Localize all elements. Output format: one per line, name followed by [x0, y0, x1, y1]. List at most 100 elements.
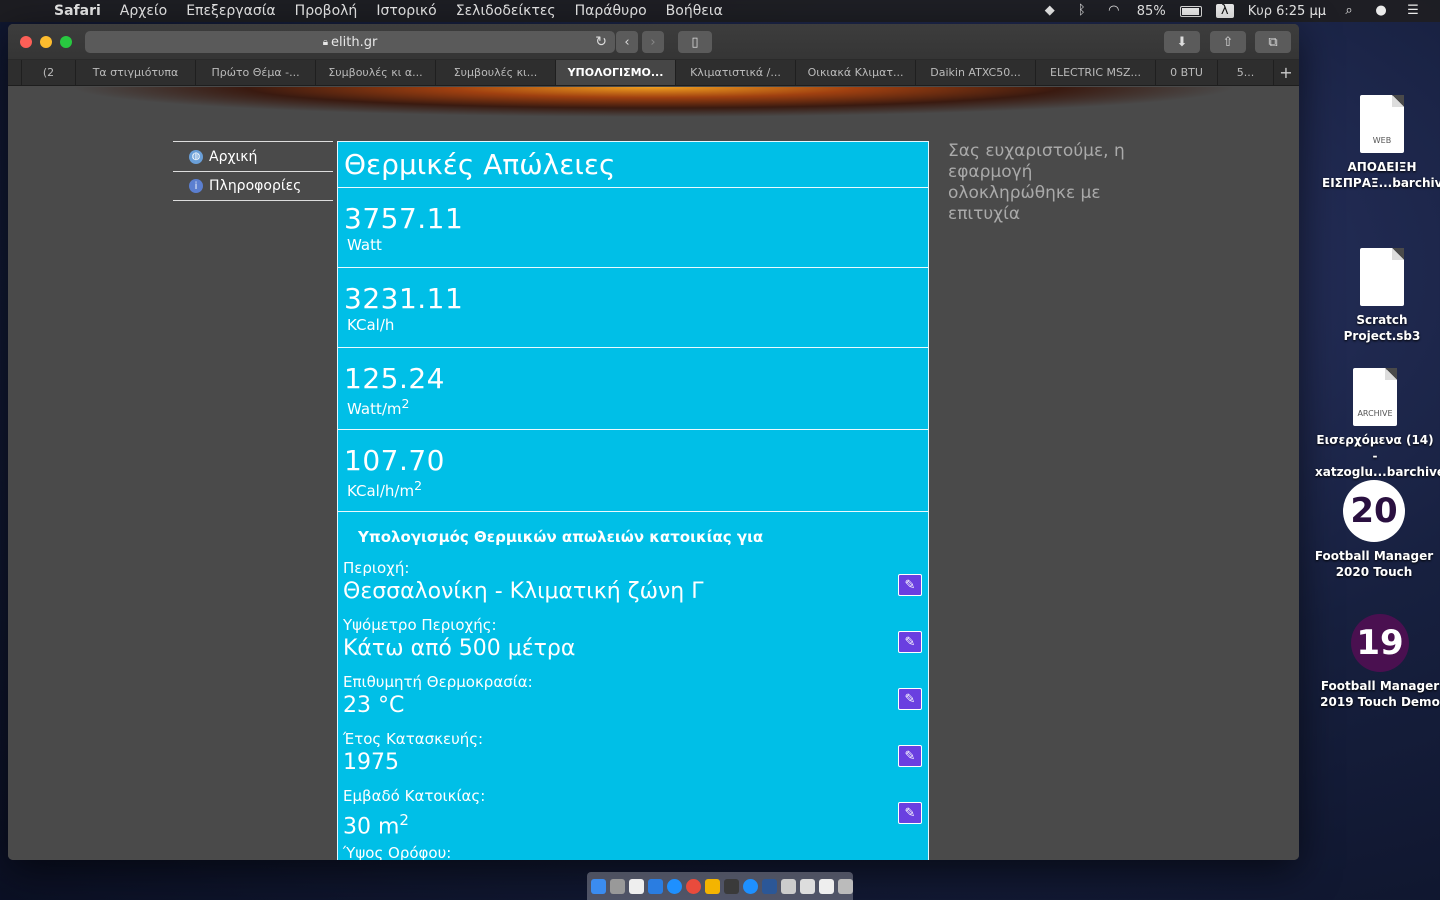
metric-watt: 3757.11 Watt [338, 188, 928, 268]
desktop-app-fm2019[interactable]: 19 Football Manager 2019 Touch Demo [1320, 614, 1440, 710]
tab-7[interactable]: Οικιακά Κλιματ... [796, 60, 916, 85]
tab-11[interactable]: 5... [1218, 60, 1274, 85]
safari-archive-icon: ARCHIVE [1353, 368, 1397, 426]
desktop-file-receipt[interactable]: WEB ΑΠΟΔΕΙΞΗ ΕΙΣΠΡΑΞ...barchive [1322, 95, 1440, 191]
field-area: Εμβαδό Κατοικίας: 30 m2 ✎ [338, 786, 928, 843]
reload-icon[interactable]: ↻ [595, 34, 607, 50]
metric-kcal: 3231.11 KCal/h [338, 268, 928, 348]
safari-archive-icon[interactable] [743, 878, 758, 894]
tab-9[interactable]: ELECTRIC MSZ... [1036, 60, 1156, 85]
field-value-text: 30 m [343, 814, 400, 840]
metric-unit: KCal/h/m2 [344, 478, 922, 500]
sidebar-toggle-button[interactable]: ▯ [678, 31, 712, 53]
launchpad-icon[interactable] [610, 878, 625, 894]
menu-item-bookmarks[interactable]: Σελιδοδείκτες [456, 3, 556, 19]
nav-item-label: Πληροφορίες [209, 178, 302, 194]
photos-icon[interactable] [705, 878, 720, 894]
desktop-app-fm2020[interactable]: 20 Football Manager 2020 Touch [1314, 480, 1434, 580]
menu-item-edit[interactable]: Επεξεργασία [186, 3, 275, 19]
desktop-file-inbox[interactable]: ARCHIVE Εισερχόμενα (14) - xatzoglu...ba… [1315, 368, 1440, 480]
field-label: Περιοχή: [343, 559, 410, 577]
notification-center-icon[interactable]: ☰ [1404, 4, 1422, 18]
edit-area-button[interactable]: ✎ [898, 802, 922, 824]
finder-icon[interactable] [591, 878, 606, 894]
share-icon: ⇧ [1222, 34, 1234, 50]
bluetooth-icon[interactable]: ᛒ [1073, 4, 1091, 18]
nav-item-home[interactable]: ◍ Αρχική [173, 141, 333, 171]
menu-item-help[interactable]: Βοήθεια [666, 3, 723, 19]
info-icon: i [189, 179, 203, 193]
preview-icon[interactable] [781, 878, 796, 894]
football-manager-20-icon: 20 [1343, 480, 1405, 542]
field-value: Θεσσαλονίκη - Κλιματική ζώνη Γ [343, 579, 704, 604]
back-button[interactable]: ‹ [616, 31, 638, 53]
menu-item-window[interactable]: Παράθυρο [575, 3, 647, 19]
trash-icon[interactable] [838, 878, 853, 894]
tab-active[interactable]: ΥΠΟΛΟΓΙΣΜΟ... [556, 60, 676, 85]
pencil-icon: ✎ [904, 577, 916, 593]
desktop-file-scratch[interactable]: Scratch Project.sb3 [1322, 248, 1440, 344]
file-type-tag: ARCHIVE [1357, 409, 1393, 418]
metric-value: 3757.11 [344, 202, 464, 235]
tab-8[interactable]: Daikin ATXC50... [916, 60, 1036, 85]
address-bar[interactable]: 🔒︎ elith.gr ↻ [85, 31, 615, 53]
zoom-window-button[interactable] [60, 36, 72, 48]
tab-3[interactable]: Συμβουλές κι α... [316, 60, 436, 85]
edit-region-button[interactable]: ✎ [898, 574, 922, 596]
desktop-icon-label: ΑΠΟΔΕΙΞΗ ΕΙΣΠΡΑΞ...barchive [1322, 160, 1440, 190]
pencil-icon: ✎ [904, 805, 916, 821]
new-tab-button[interactable]: + [1274, 60, 1298, 85]
minimize-window-button[interactable] [40, 36, 52, 48]
lambda-icon[interactable]: λ [1215, 4, 1234, 18]
forward-button[interactable]: › [642, 31, 664, 53]
battery-icon[interactable] [1179, 5, 1202, 17]
site-nav: ◍ Αρχική i Πληροφορίες [173, 141, 333, 201]
tab-4[interactable]: Συμβουλές κι... [436, 60, 556, 85]
metric-unit: Watt [347, 236, 382, 254]
chrome-icon[interactable] [686, 878, 701, 894]
menu-item-file[interactable]: Αρχείο [120, 3, 167, 19]
tab-10[interactable]: 0 BTU [1156, 60, 1218, 85]
spotlight-search-icon[interactable]: ⌕ [1340, 4, 1358, 18]
field-label: Ύψος Ορόφου: [343, 844, 452, 860]
edit-year-button[interactable]: ✎ [898, 745, 922, 767]
safari-icon[interactable] [667, 878, 682, 894]
screenshot-icon[interactable] [819, 878, 834, 894]
metric-watt-per-m2: 125.24 Watt/m2 [338, 348, 928, 430]
nav-item-info[interactable]: i Πληροφορίες [173, 171, 333, 201]
tab-pinned[interactable] [8, 60, 22, 85]
tab-6[interactable]: Κλιματιστικά /... [676, 60, 796, 85]
share-button[interactable]: ⇧ [1210, 31, 1246, 53]
document-icon[interactable] [800, 878, 815, 894]
download-icon: ⬇ [1176, 34, 1188, 50]
clock[interactable]: Κυρ 6:25 μμ [1248, 4, 1326, 19]
field-label: Έτος Κατασκευής: [343, 730, 484, 748]
nav-item-label: Αρχική [209, 148, 258, 165]
safari-window: 🔒︎ elith.gr ↻ ‹ › ▯ ⬇ ⇧ ⧉ (2 Τα στιγμιότ… [8, 24, 1299, 860]
calendar-icon[interactable] [629, 878, 644, 894]
show-tabs-button[interactable]: ⧉ [1255, 31, 1291, 53]
siri-icon[interactable]: ● [1372, 4, 1390, 18]
menu-item-view[interactable]: Προβολή [295, 3, 358, 19]
tab-bar: (2 Τα στιγμιότυπα Πρώτο Θέμα -... Συμβου… [8, 60, 1299, 86]
tab-1[interactable]: Τα στιγμιότυπα [76, 60, 196, 85]
tab-0[interactable]: (2 [22, 60, 76, 85]
chevron-right-icon: › [650, 34, 656, 50]
word-icon[interactable] [762, 878, 777, 894]
pencil-icon: ✎ [904, 748, 916, 764]
field-value: 1975 [343, 750, 399, 775]
edit-temperature-button[interactable]: ✎ [898, 688, 922, 710]
close-window-button[interactable] [20, 36, 32, 48]
metric-value: 125.24 [344, 362, 445, 395]
metric-value: 3231.11 [344, 282, 464, 315]
plus-icon: + [1279, 63, 1293, 82]
tab-2[interactable]: Πρώτο Θέμα -... [196, 60, 316, 85]
menu-item-history[interactable]: Ιστορικό [376, 3, 436, 19]
downloads-button[interactable]: ⬇ [1164, 31, 1200, 53]
menu-app-name[interactable]: Safari [54, 3, 101, 19]
battery-percent[interactable]: 85% [1137, 4, 1166, 19]
dropbox-icon[interactable]: ◆ [1041, 4, 1059, 18]
edit-altitude-button[interactable]: ✎ [898, 631, 922, 653]
app-store-icon[interactable] [648, 878, 663, 894]
wifi-icon[interactable]: ◠ [1105, 4, 1123, 18]
